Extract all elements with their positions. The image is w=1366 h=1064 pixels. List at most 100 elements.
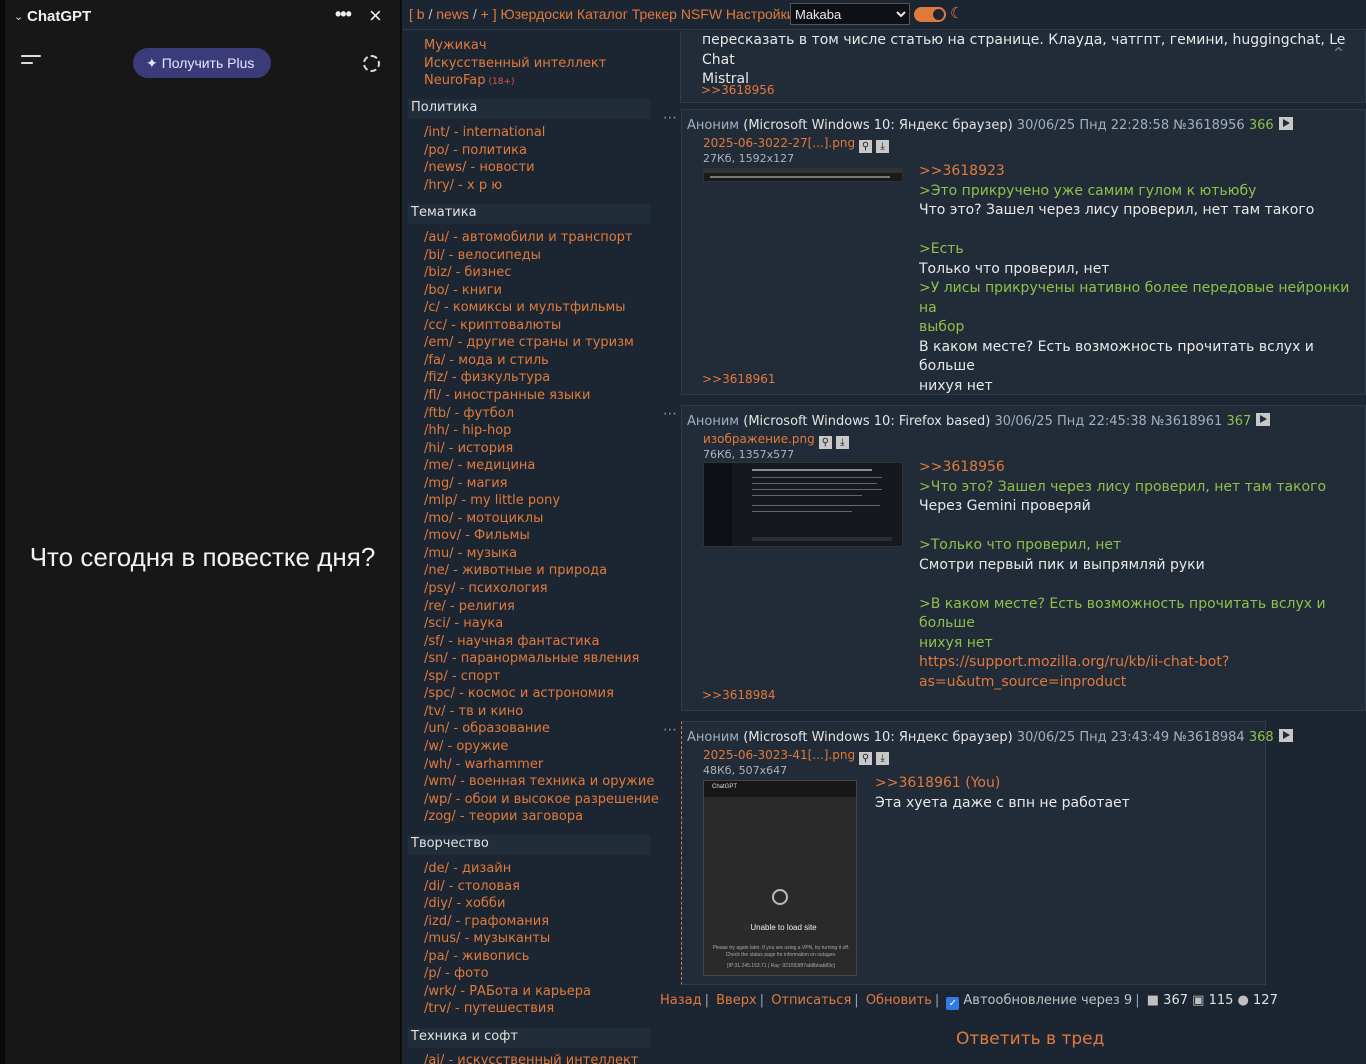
board-link[interactable]: /de/ - дизайн <box>424 861 511 876</box>
board-link[interactable]: /mu/ - музыка <box>424 546 517 561</box>
board-link[interactable]: /izd/ - графомания <box>424 914 549 929</box>
post-menu-icon[interactable]: ⋯ <box>663 722 678 738</box>
board-link[interactable]: /au/ - автомобили и транспорт <box>424 230 633 245</box>
board-link[interactable]: /zog/ - теории заговора <box>424 809 583 824</box>
board-link[interactable]: /po/ - политика <box>424 143 527 158</box>
nav-catalog[interactable]: Каталог <box>577 6 628 22</box>
reply-link[interactable]: >>3618956 <box>701 83 775 97</box>
close-icon[interactable]: × <box>369 3 382 29</box>
post-image[interactable] <box>703 168 903 182</box>
board-link[interactable]: /hi/ - история <box>424 441 513 456</box>
board-link[interactable]: /mov/ - Фильмы <box>424 528 530 543</box>
sidebar-menu-icon[interactable] <box>21 55 41 71</box>
board-link[interactable]: /w/ - оружие <box>424 739 508 754</box>
board-link[interactable]: /ai/ - искусственный интеллект <box>424 1053 638 1064</box>
nav-plus[interactable]: + <box>481 6 489 22</box>
board-link[interactable]: /sci/ - наука <box>424 616 503 631</box>
board-link[interactable]: /un/ - образование <box>424 721 550 736</box>
board-link[interactable]: /wrk/ - РАБота и карьера <box>424 984 591 999</box>
board-link[interactable]: /p/ - фото <box>424 966 489 981</box>
board-link[interactable]: /me/ - медицина <box>424 458 535 473</box>
download-icon[interactable]: ⤓ <box>876 140 890 153</box>
board-link[interactable]: NeuroFap (18+) <box>424 73 515 88</box>
download-icon[interactable]: ⤓ <box>835 436 849 449</box>
file-link[interactable]: 2025-06-3022-27[...].png <box>703 136 855 150</box>
chatgpt-title[interactable]: ChatGPT <box>27 8 91 25</box>
board-category[interactable]: Тематика <box>408 204 650 224</box>
search-icon[interactable]: ⚲ <box>859 752 873 765</box>
board-link[interactable]: /tv/ - тв и кино <box>424 704 523 719</box>
board-link[interactable]: /re/ - религия <box>424 599 515 614</box>
nav-settings[interactable]: Настройки <box>726 6 795 22</box>
board-link[interactable]: /fiz/ - физкультура <box>424 370 550 385</box>
board-link[interactable]: /mg/ - магия <box>424 476 508 491</box>
scroll-up-icon[interactable]: ⌃ <box>1331 44 1346 65</box>
post-link[interactable]: https://support.mozilla.org/ru/kb/ii-cha… <box>919 653 1364 673</box>
play-icon[interactable] <box>1278 729 1293 742</box>
play-icon[interactable] <box>1256 413 1271 426</box>
file-link[interactable]: 2025-06-3023-41[...].png <box>703 748 855 762</box>
post-link[interactable]: >>3618956 <box>919 458 1364 478</box>
board-link[interactable]: /ftb/ - футбол <box>424 406 514 421</box>
board-link[interactable]: /hh/ - hip-hop <box>424 423 511 438</box>
theme-toggle[interactable] <box>914 7 946 22</box>
post-menu-icon[interactable]: ⋯ <box>663 110 678 126</box>
board-link[interactable]: /sf/ - научная фантастика <box>424 634 599 649</box>
nav-nsfw[interactable]: NSFW <box>681 6 722 22</box>
more-options-icon[interactable]: ••• <box>335 4 352 25</box>
post-id[interactable]: №3618956 <box>1173 118 1244 133</box>
board-link[interactable]: /bo/ - книги <box>424 283 502 298</box>
get-plus-button[interactable]: ✦ Получить Plus <box>133 48 271 78</box>
nav-b[interactable]: b <box>417 6 425 22</box>
board-link[interactable]: /sp/ - спорт <box>424 669 500 684</box>
board-link[interactable]: /cc/ - криптовалюты <box>424 318 561 333</box>
board-link[interactable]: /mlp/ - my little pony <box>424 493 560 508</box>
board-link[interactable]: /hry/ - х р ю <box>424 178 502 193</box>
board-link[interactable]: Мужикач <box>424 38 487 53</box>
nav-news[interactable]: news <box>436 6 469 22</box>
board-link[interactable]: /biz/ - бизнес <box>424 265 511 280</box>
board-link[interactable]: /wp/ - обои и высокое разрешение <box>424 792 659 807</box>
refresh-link[interactable]: Обновить <box>866 993 932 1008</box>
board-link[interactable]: /mo/ - мотоциклы <box>424 511 543 526</box>
post-link[interactable]: >>3618961 (You) <box>875 774 1260 794</box>
board-link[interactable]: Искусственный интеллект <box>424 56 606 71</box>
board-link[interactable]: /int/ - international <box>424 125 545 140</box>
board-link[interactable]: /wh/ - warhammer <box>424 757 543 772</box>
board-link[interactable]: /bi/ - велосипеды <box>424 248 541 263</box>
board-category[interactable]: Политика <box>408 99 650 119</box>
board-link[interactable]: /news/ - новости <box>424 160 535 175</box>
post-image[interactable] <box>703 462 903 547</box>
up-link[interactable]: Вверх <box>716 993 757 1008</box>
nav-tracker[interactable]: Трекер <box>632 6 677 22</box>
unsubscribe-link[interactable]: Отписаться <box>771 993 851 1008</box>
board-link[interactable]: /wm/ - военная техника и оружие <box>424 774 654 789</box>
board-link[interactable]: /mus/ - музыканты <box>424 931 550 946</box>
search-icon[interactable]: ⚲ <box>818 436 832 449</box>
board-link[interactable]: /em/ - другие страны и туризм <box>424 335 634 350</box>
board-link[interactable]: /fa/ - мода и стиль <box>424 353 549 368</box>
post-id[interactable]: №3618984 <box>1173 730 1244 745</box>
board-link[interactable]: /ne/ - животные и природа <box>424 563 607 578</box>
nav-userboards[interactable]: Юзердоски <box>500 6 573 22</box>
reply-link[interactable]: >>3618961 <box>702 372 776 386</box>
theme-select[interactable]: Makaba <box>790 3 910 25</box>
board-link[interactable]: /spc/ - космос и астрономия <box>424 686 614 701</box>
reply-link[interactable]: >>3618984 <box>702 688 776 702</box>
board-link[interactable]: /pa/ - живопись <box>424 949 529 964</box>
board-category[interactable]: Техника и софт <box>408 1028 650 1048</box>
download-icon[interactable]: ⤓ <box>876 752 890 765</box>
file-link[interactable]: изображение.png <box>703 432 815 446</box>
post-link[interactable]: as=u&utm_source=inproduct <box>919 673 1364 693</box>
board-link[interactable]: /c/ - комиксы и мультфильмы <box>424 300 626 315</box>
board-link[interactable]: /psy/ - психология <box>424 581 548 596</box>
board-link[interactable]: /trv/ - путешествия <box>424 1001 554 1016</box>
board-link[interactable]: /sn/ - паранормальные явления <box>424 651 639 666</box>
autoupdate-checkbox[interactable]: ✓ <box>946 997 960 1010</box>
search-icon[interactable]: ⚲ <box>859 140 873 153</box>
chevron-down-icon[interactable]: ⌄ <box>14 10 23 23</box>
post-link[interactable]: >>3618923 <box>919 162 1359 182</box>
temporary-chat-icon[interactable] <box>363 55 380 72</box>
play-icon[interactable] <box>1278 117 1293 130</box>
board-link[interactable]: /di/ - столовая <box>424 879 520 894</box>
